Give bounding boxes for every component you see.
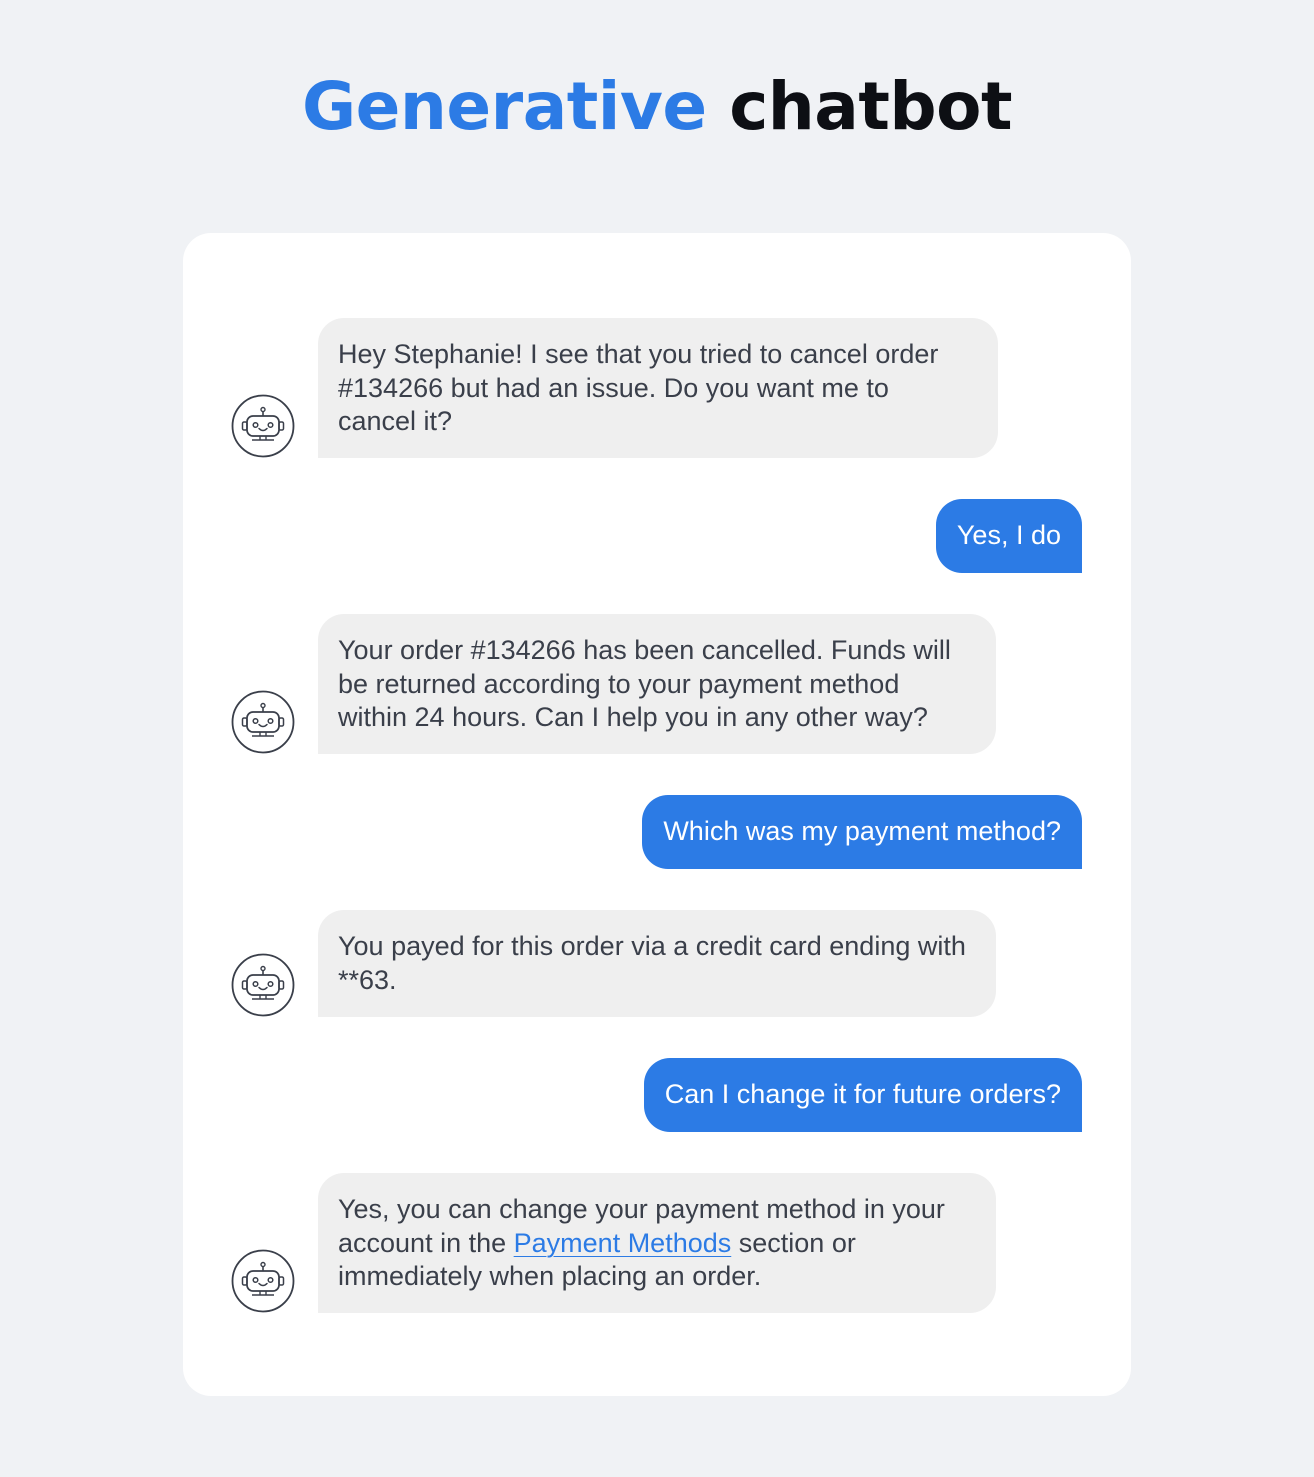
chat-window: Hey Stephanie! I see that you tried to c… [183, 233, 1131, 1396]
page-title: Generative chatbot [0, 62, 1314, 152]
user-message: Yes, I do [935, 499, 1082, 573]
message-text: Your order #134266 has been cancelled. F… [338, 635, 951, 732]
user-message: Can I change it for future orders? [643, 1058, 1082, 1132]
message-text: Which was my payment method? [663, 816, 1061, 846]
bot-message: You payed for this order via a credit ca… [318, 910, 996, 1017]
bot-message: Hey Stephanie! I see that you tried to c… [318, 318, 998, 458]
message-text: You payed for this order via a credit ca… [338, 931, 966, 995]
user-message: Which was my payment method? [642, 795, 1082, 869]
message-text: Hey Stephanie! I see that you tried to c… [338, 339, 939, 436]
title-rest: chatbot [729, 68, 1013, 145]
payment-methods-link[interactable]: Payment Methods [514, 1228, 732, 1258]
robot-icon [231, 953, 295, 1017]
bot-message: Your order #134266 has been cancelled. F… [318, 614, 996, 754]
robot-icon [231, 1249, 295, 1313]
bot-message: Yes, you can change your payment method … [318, 1173, 996, 1313]
robot-icon [231, 394, 295, 458]
message-text: Yes, I do [956, 520, 1061, 550]
message-text: Can I change it for future orders? [664, 1079, 1061, 1109]
robot-icon [231, 690, 295, 754]
title-accent: Generative [301, 68, 707, 145]
